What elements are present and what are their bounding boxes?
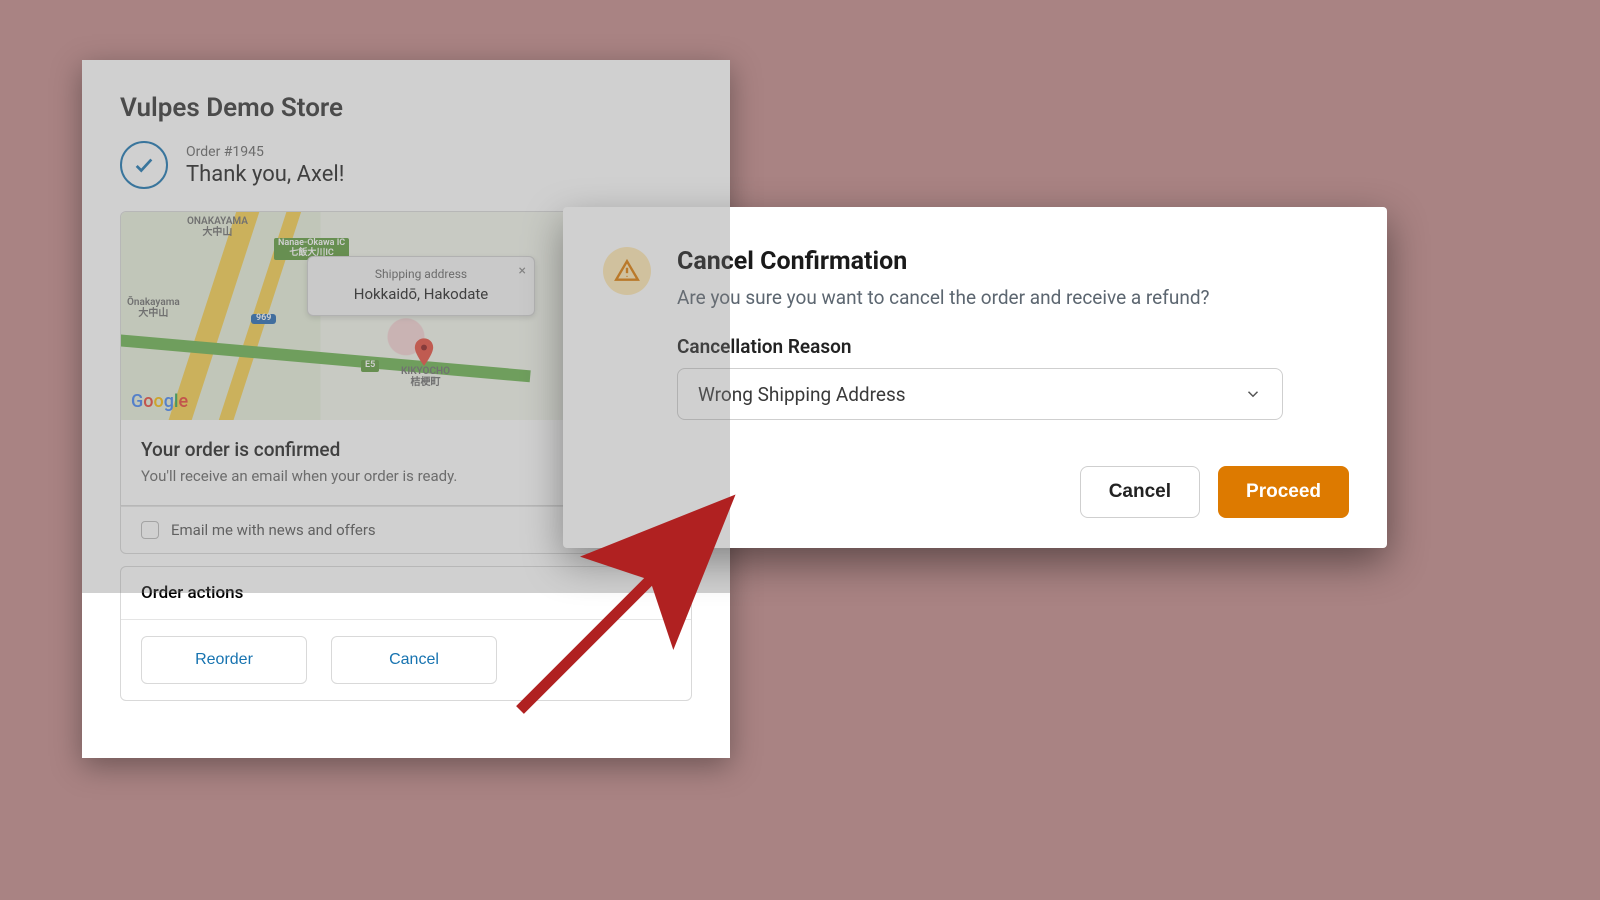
order-actions-title: Order actions xyxy=(121,567,691,620)
warning-icon xyxy=(603,247,651,295)
modal-title: Cancel Confirmation xyxy=(677,247,1210,276)
newsletter-label: Email me with news and offers xyxy=(171,521,376,539)
close-icon[interactable]: × xyxy=(519,263,526,279)
modal-proceed-button[interactable]: Proceed xyxy=(1218,466,1349,518)
cancel-order-button[interactable]: Cancel xyxy=(331,636,497,684)
map-label: ONAKAYAMA大中山 xyxy=(187,216,248,238)
shipping-address-popup: × Shipping address Hokkaidō, Hakodate xyxy=(307,256,535,316)
thank-you-message: Thank you, Axel! xyxy=(186,162,344,187)
store-title: Vulpes Demo Store xyxy=(82,60,730,141)
order-actions-panel: Order actions Reorder Cancel xyxy=(120,566,692,701)
map-label: Ōnakayama大中山 xyxy=(127,297,180,319)
checkmark-icon xyxy=(120,141,168,189)
shipping-address-label: Shipping address xyxy=(322,267,520,281)
map-label: KIKYOCHO桔梗町 xyxy=(401,366,450,388)
cancellation-reason-label: Cancellation Reason xyxy=(677,335,1347,358)
order-number: Order #1945 xyxy=(186,144,344,160)
chevron-down-icon xyxy=(1244,385,1262,403)
map-route-badge: 969 xyxy=(251,314,276,324)
map-route-badge: E5 xyxy=(361,360,379,372)
modal-cancel-button[interactable]: Cancel xyxy=(1080,466,1200,518)
reorder-button[interactable]: Reorder xyxy=(141,636,307,684)
cancel-confirmation-modal: Cancel Confirmation Are you sure you wan… xyxy=(563,207,1387,548)
modal-subtitle: Are you sure you want to cancel the orde… xyxy=(677,286,1210,309)
map-pin-icon xyxy=(413,338,435,360)
cancellation-reason-select[interactable]: Wrong Shipping Address xyxy=(677,368,1283,420)
cancellation-reason-value: Wrong Shipping Address xyxy=(698,383,906,406)
order-header: Order #1945 Thank you, Axel! xyxy=(82,141,730,211)
checkbox-icon[interactable] xyxy=(141,521,159,539)
shipping-address-value: Hokkaidō, Hakodate xyxy=(322,285,520,303)
google-logo: Google xyxy=(131,391,188,412)
order-meta: Order #1945 Thank you, Axel! xyxy=(186,144,344,187)
